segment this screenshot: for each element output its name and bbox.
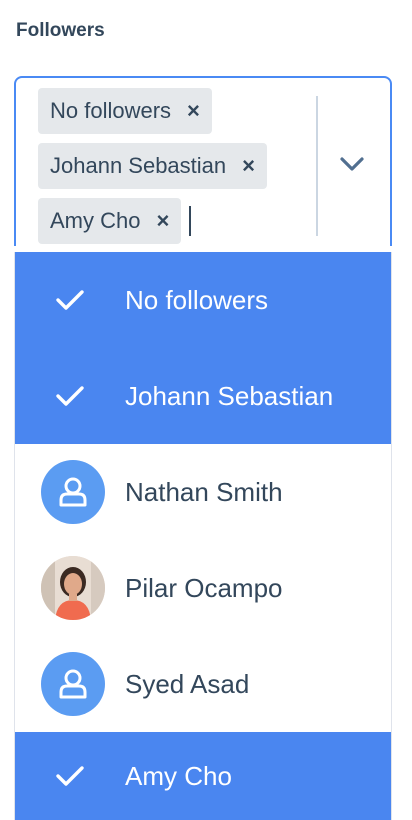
- tag-remove-icon[interactable]: ×: [187, 100, 200, 122]
- tag-no-followers: No followers ×: [38, 88, 212, 134]
- field-label: Followers: [16, 20, 105, 41]
- selected-tags: No followers × Johann Sebastian × Amy Ch…: [38, 88, 298, 253]
- option-nathan-smith[interactable]: Nathan Smith: [15, 444, 391, 540]
- divider: [316, 96, 318, 236]
- photo-avatar: [41, 556, 105, 620]
- user-avatar-icon: [41, 652, 105, 716]
- tag-amy-cho: Amy Cho ×: [38, 198, 182, 244]
- option-syed-asad[interactable]: Syed Asad: [15, 636, 391, 732]
- options-list: No followers Johann Sebastian Nathan Smi…: [14, 252, 392, 820]
- option-label: Syed Asad: [125, 668, 250, 699]
- check-icon: [15, 764, 125, 788]
- option-pilar-ocampo[interactable]: Pilar Ocampo: [15, 540, 391, 636]
- user-avatar-icon: [41, 460, 105, 524]
- tag-remove-icon[interactable]: ×: [242, 155, 255, 177]
- check-icon: [15, 384, 125, 408]
- followers-multiselect[interactable]: No followers × Johann Sebastian × Amy Ch…: [14, 76, 392, 246]
- option-label: Johann Sebastian: [125, 380, 334, 411]
- tag-johann-sebastian: Johann Sebastian ×: [38, 143, 267, 189]
- option-label: Amy Cho: [125, 760, 232, 791]
- tag-remove-icon[interactable]: ×: [156, 210, 169, 232]
- option-label: Pilar Ocampo: [125, 572, 283, 603]
- text-cursor[interactable]: [189, 206, 192, 236]
- chevron-down-icon[interactable]: [338, 154, 366, 174]
- option-label: Nathan Smith: [125, 476, 283, 507]
- option-no-followers[interactable]: No followers: [15, 252, 391, 348]
- tag-label: No followers: [50, 98, 172, 123]
- tag-label: Johann Sebastian: [50, 153, 227, 178]
- tag-label: Amy Cho: [50, 208, 141, 233]
- option-johann-sebastian[interactable]: Johann Sebastian: [15, 348, 391, 444]
- option-label: No followers: [125, 284, 269, 315]
- check-icon: [15, 288, 125, 312]
- option-amy-cho[interactable]: Amy Cho: [15, 732, 391, 820]
